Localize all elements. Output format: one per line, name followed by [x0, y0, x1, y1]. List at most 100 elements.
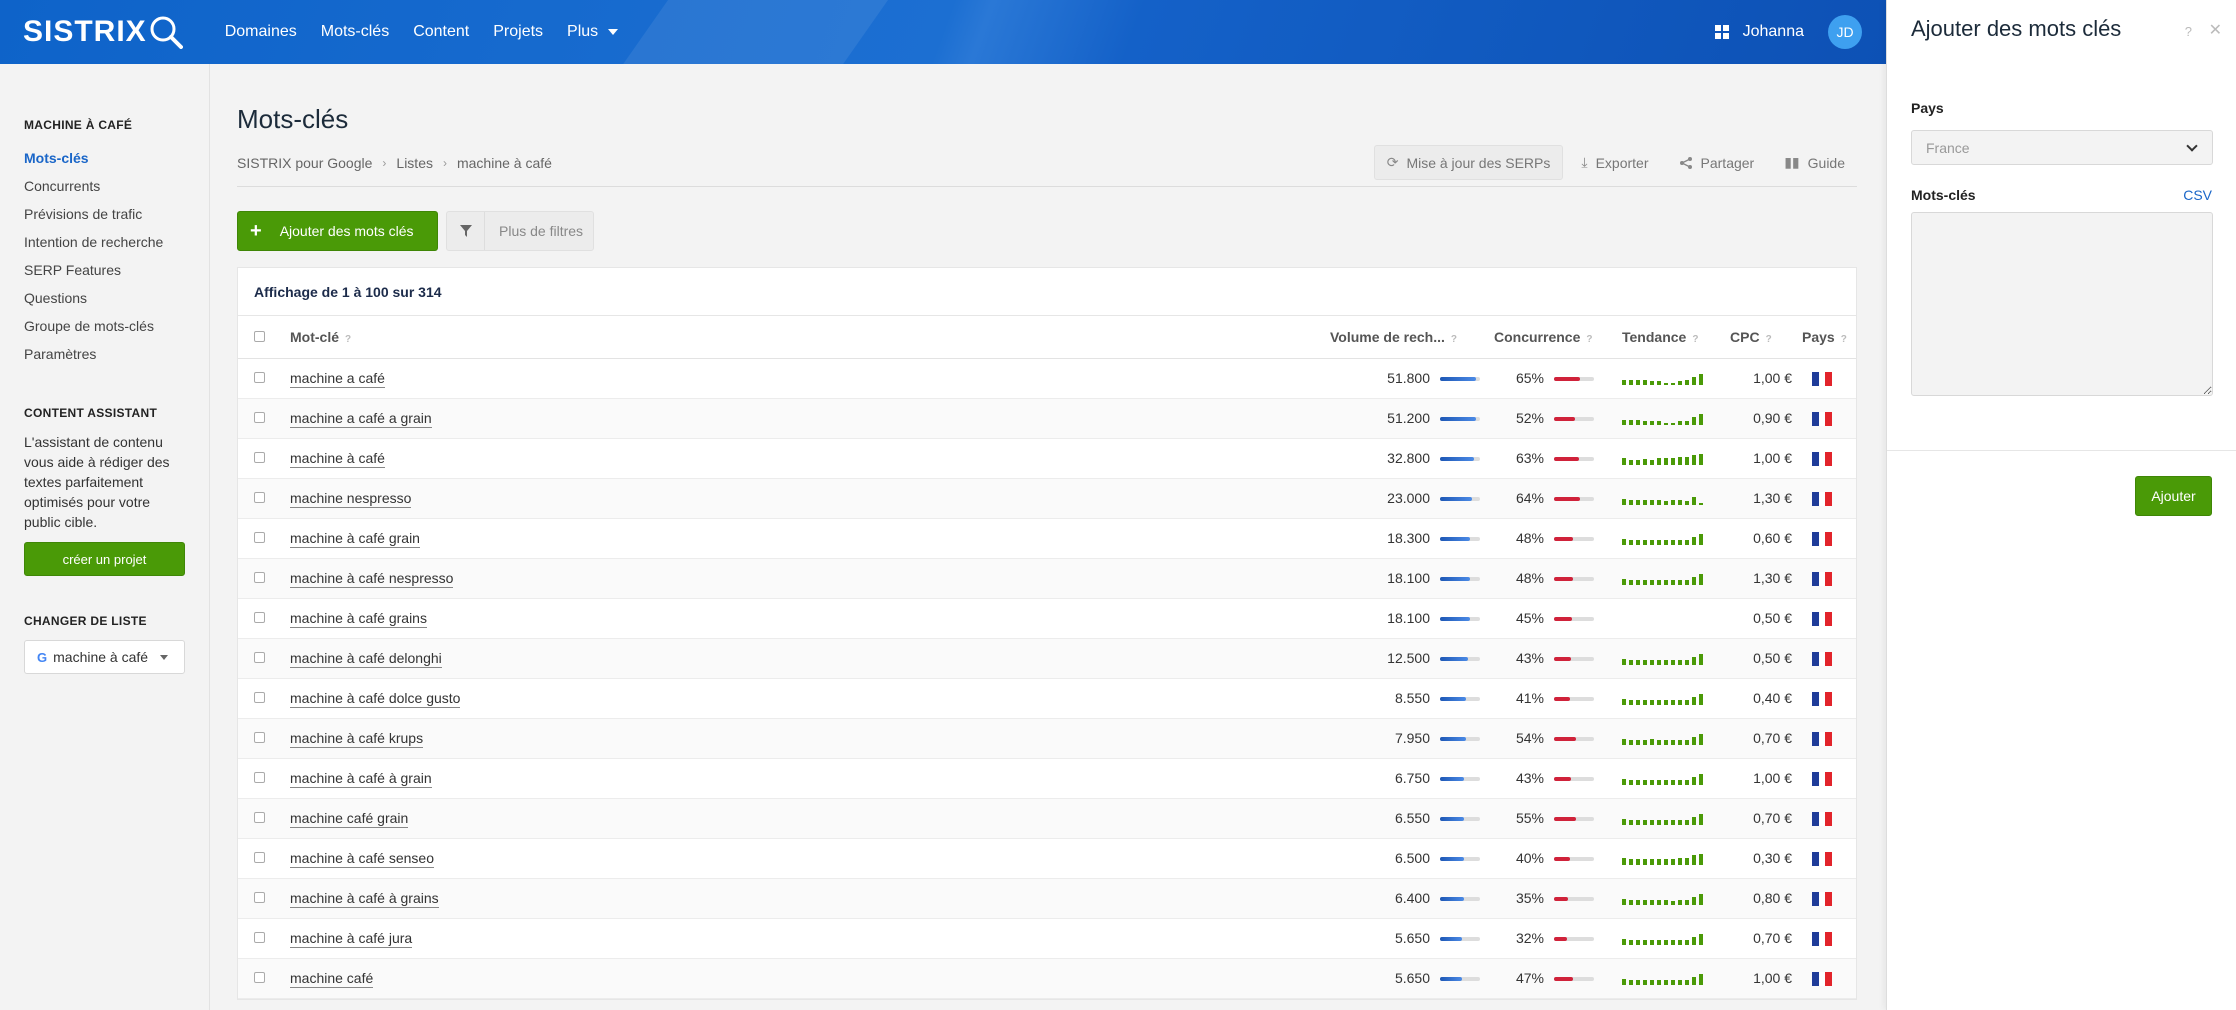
list-selector[interactable]: G machine à café: [24, 640, 185, 674]
close-icon[interactable]: ✕: [2209, 20, 2222, 40]
keyword-link[interactable]: machine café grain: [290, 810, 409, 828]
export-button[interactable]: ⤓ Exporter: [1569, 146, 1660, 179]
row-checkbox[interactable]: [254, 532, 265, 543]
trend-bar: [1678, 421, 1682, 426]
row-checkbox[interactable]: [254, 932, 265, 943]
sidebar-item-parametres[interactable]: Paramètres: [24, 340, 185, 368]
keyword-link[interactable]: machine nespresso: [290, 490, 412, 508]
competition-bar: [1554, 617, 1594, 622]
search-volume: 5.650: [1394, 930, 1430, 946]
col-competition[interactable]: Concurrence?: [1480, 316, 1608, 359]
trend-bar: [1643, 459, 1647, 466]
sidebar-item-groupe[interactable]: Groupe de mots-clés: [24, 312, 185, 340]
competition-bar: [1554, 817, 1594, 822]
trend-bar: [1664, 940, 1668, 946]
breadcrumb-item[interactable]: SISTRIX pour Google: [237, 155, 372, 171]
keyword-link[interactable]: machine à café krups: [290, 730, 424, 748]
row-checkbox[interactable]: [254, 812, 265, 823]
sistrix-logo[interactable]: SISTRIX: [23, 0, 183, 64]
share-button[interactable]: Partager: [1667, 147, 1767, 179]
row-checkbox[interactable]: [254, 772, 265, 783]
sidebar-item-intention[interactable]: Intention de recherche: [24, 228, 185, 256]
keyword-link[interactable]: machine à café grain: [290, 530, 420, 548]
keywords-textarea[interactable]: [1911, 212, 2213, 396]
row-checkbox[interactable]: [254, 492, 265, 503]
select-all-checkbox[interactable]: [254, 330, 265, 342]
keyword-link[interactable]: machine à café à grain: [290, 770, 432, 788]
avatar[interactable]: JD: [1828, 15, 1862, 49]
trend-sparkline: [1622, 573, 1703, 586]
trend-bar: [1629, 859, 1633, 866]
nav-domaines[interactable]: Domaines: [213, 23, 309, 41]
help-icon: ?: [1840, 333, 1847, 345]
nav-projets[interactable]: Projets: [481, 23, 555, 41]
trend-bar: [1692, 897, 1696, 906]
csv-link[interactable]: CSV: [2183, 187, 2212, 203]
sidebar-item-serp-features[interactable]: SERP Features: [24, 256, 185, 284]
trend-sparkline: [1622, 373, 1703, 386]
trend-bar: [1664, 580, 1668, 586]
row-checkbox[interactable]: [254, 652, 265, 663]
trend-bar: [1692, 577, 1696, 586]
trend-bar: [1685, 940, 1689, 946]
submit-add-button[interactable]: Ajouter: [2135, 476, 2212, 516]
sidebar-item-previsions[interactable]: Prévisions de trafic: [24, 200, 185, 228]
keyword-link[interactable]: machine a café a grain: [290, 410, 432, 428]
row-checkbox[interactable]: [254, 412, 265, 423]
col-trend[interactable]: Tendance?: [1608, 316, 1730, 359]
add-keywords-button[interactable]: + Ajouter des mots clés: [237, 211, 438, 251]
row-checkbox[interactable]: [254, 732, 265, 743]
keyword-link[interactable]: machine à café: [290, 450, 385, 468]
trend-bar: [1699, 974, 1703, 986]
cpc-value: 0,60 €: [1753, 530, 1792, 546]
keyword-link[interactable]: machine à café à grains: [290, 890, 439, 908]
row-checkbox[interactable]: [254, 452, 265, 463]
row-checkbox[interactable]: [254, 372, 265, 383]
row-checkbox[interactable]: [254, 572, 265, 583]
row-checkbox[interactable]: [254, 892, 265, 903]
sidebar-item-questions[interactable]: Questions: [24, 284, 185, 312]
keyword-link[interactable]: machine à café delonghi: [290, 650, 442, 668]
username[interactable]: Johanna: [1743, 23, 1804, 41]
more-filters-button[interactable]: Plus de filtres: [446, 211, 594, 251]
breadcrumb-item[interactable]: Listes: [396, 155, 433, 171]
country-select[interactable]: France: [1911, 130, 2213, 165]
search-volume: 18.100: [1387, 570, 1430, 586]
nav-content[interactable]: Content: [401, 23, 481, 41]
keyword-link[interactable]: machine café: [290, 970, 374, 988]
competition-value: 43%: [1515, 770, 1544, 786]
row-checkbox[interactable]: [254, 972, 265, 983]
keyword-link[interactable]: machine à café dolce gusto: [290, 690, 461, 708]
col-volume[interactable]: Volume de rech...?: [1330, 316, 1480, 359]
competition-bar: [1554, 937, 1594, 942]
nav-plus[interactable]: Plus: [555, 23, 630, 41]
keyword-link[interactable]: machine à café nespresso: [290, 570, 454, 588]
trend-bar: [1650, 739, 1654, 746]
trend-bar: [1629, 740, 1633, 746]
trend-bar: [1671, 700, 1675, 706]
trend-bar: [1699, 574, 1703, 586]
trend-bar: [1699, 894, 1703, 906]
col-cpc[interactable]: CPC?: [1730, 316, 1792, 359]
sidebar-item-mots-cles[interactable]: Mots-clés: [24, 144, 185, 172]
create-project-button[interactable]: créer un projet: [24, 542, 185, 576]
row-checkbox[interactable]: [254, 692, 265, 703]
trend-bar: [1629, 580, 1633, 586]
col-keyword[interactable]: Mot-clé?: [290, 316, 1330, 359]
apps-grid-icon[interactable]: [1714, 25, 1729, 39]
trend-bar: [1636, 500, 1640, 506]
trend-bar: [1657, 660, 1661, 666]
col-country[interactable]: Pays?: [1792, 316, 1856, 359]
sidebar-item-concurrents[interactable]: Concurrents: [24, 172, 185, 200]
row-checkbox[interactable]: [254, 852, 265, 863]
guide-button[interactable]: ▮▮ Guide: [1772, 146, 1857, 179]
help-icon[interactable]: ?: [2185, 24, 2192, 39]
keyword-link[interactable]: machine a café: [290, 370, 385, 388]
keyword-link[interactable]: machine à café jura: [290, 930, 413, 948]
row-checkbox[interactable]: [254, 612, 265, 623]
update-serps-button[interactable]: ⟳ Mise à jour des SERPs: [1373, 145, 1564, 180]
keyword-link[interactable]: machine à café grains: [290, 610, 427, 628]
table-row: machine à café à grain 6.750 43% 1,00 €: [238, 758, 1856, 799]
nav-mots-cles[interactable]: Mots-clés: [309, 23, 401, 41]
keyword-link[interactable]: machine à café senseo: [290, 850, 434, 868]
